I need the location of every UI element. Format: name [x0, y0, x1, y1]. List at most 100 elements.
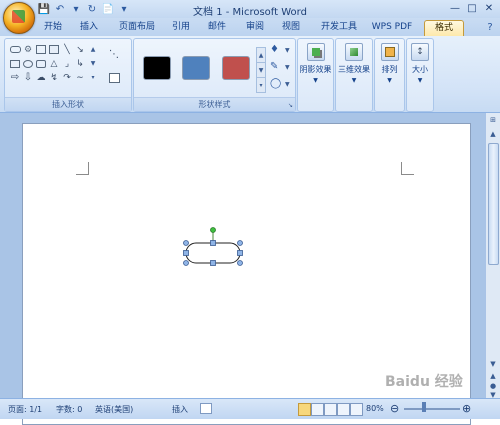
arrange-dropdown-icon: ▼: [387, 77, 392, 84]
insert-mode-status[interactable]: 插入: [172, 404, 188, 415]
word-count[interactable]: 字数: 0: [56, 404, 82, 415]
resize-handle-right[interactable]: [237, 250, 243, 256]
shadow-effects-group: 阴影效果 ▼: [297, 38, 334, 112]
close-icon[interactable]: ✕: [482, 2, 496, 14]
style-swatch-blue[interactable]: [182, 56, 210, 80]
web-layout-view-icon[interactable]: [324, 403, 337, 416]
size-label: 大小: [412, 65, 428, 74]
style-swatch-red[interactable]: [222, 56, 250, 80]
print-layout-view-icon[interactable]: [298, 403, 311, 416]
freeform-shape-icon[interactable]: ∼: [74, 71, 86, 84]
arrange-icon: [380, 43, 399, 61]
zoom-out-icon[interactable]: ⊖: [390, 402, 399, 415]
scroll-up-arrow-icon[interactable]: ▲: [488, 129, 498, 139]
dialog-launcher-icon[interactable]: ↘: [288, 102, 293, 109]
arc-shape-icon[interactable]: ↷: [61, 71, 73, 84]
styles-scroll-up[interactable]: ▲: [256, 47, 266, 63]
rectangle-shape-icon[interactable]: [9, 57, 21, 70]
tab-review[interactable]: 审阅: [242, 20, 268, 35]
zoom-slider-thumb[interactable]: [422, 402, 426, 412]
three-d-effects-label: 三维效果: [338, 65, 370, 74]
outline-dropdown-icon[interactable]: ▼: [285, 64, 290, 71]
textbox-shape-icon[interactable]: [35, 43, 47, 56]
page-count[interactable]: 页面: 1/1: [8, 404, 42, 415]
styles-scroll-down[interactable]: ▼: [256, 62, 266, 78]
arrange-button[interactable]: 排列 ▼: [375, 43, 404, 84]
change-shape-dropdown-icon[interactable]: ▼: [285, 81, 290, 88]
minimize-icon[interactable]: —: [448, 2, 462, 14]
resize-handle-bottom-left[interactable]: [183, 260, 189, 266]
scrollbar-thumb[interactable]: [488, 143, 499, 265]
macro-record-icon[interactable]: [200, 403, 212, 414]
tab-references[interactable]: 引用: [168, 20, 194, 35]
insert-shapes-group: ⚙ ╲ ↘ ▲ △ ⌟ ↳ ▼ ⇨ ⇩ ☁ ↯ ↷ ∼ ▾ ⋱ 插入形状: [4, 38, 132, 112]
gear-shape-icon[interactable]: ⚙: [22, 43, 34, 56]
three-d-effects-group: 三维效果 ▼: [335, 38, 373, 112]
resize-handle-bottom[interactable]: [210, 260, 216, 266]
tab-view[interactable]: 视图: [278, 20, 304, 35]
fill-dropdown-icon[interactable]: ▼: [285, 47, 290, 54]
lightning-shape-icon[interactable]: ↯: [48, 71, 60, 84]
baidu-watermark: Baidu 经验: [385, 374, 463, 390]
window-controls: — □ ✕: [448, 2, 496, 14]
office-button[interactable]: [3, 2, 35, 34]
gallery-more-icon[interactable]: ▾: [87, 71, 99, 84]
outline-view-icon[interactable]: [337, 403, 350, 416]
insert-shapes-label: 插入形状: [5, 97, 131, 111]
resize-handle-top-right[interactable]: [237, 240, 243, 246]
rounded-box-shape-icon[interactable]: [35, 57, 47, 70]
tab-home[interactable]: 开始: [40, 20, 66, 35]
tab-wps-pdf[interactable]: WPS PDF: [370, 20, 414, 35]
resize-handle-top[interactable]: [210, 240, 216, 246]
triangle-shape-icon[interactable]: △: [48, 57, 60, 70]
ribbon: ⚙ ╲ ↘ ▲ △ ⌟ ↳ ▼ ⇨ ⇩ ☁ ↯ ↷ ∼ ▾ ⋱ 插入形状 ▲ ▼…: [0, 36, 500, 113]
rounded-rect-shape-icon[interactable]: [9, 43, 21, 56]
elbow-connector-shape-icon[interactable]: ⌟: [61, 57, 73, 70]
oval-shape-icon[interactable]: [22, 57, 34, 70]
tab-insert[interactable]: 插入: [76, 20, 102, 35]
scroll-down-icon[interactable]: ▼: [87, 57, 99, 70]
cloud-shape-icon[interactable]: ☁: [35, 71, 47, 84]
tab-page-layout[interactable]: 页面布局: [114, 20, 160, 35]
line-shape-icon[interactable]: ╲: [61, 43, 73, 56]
tab-format[interactable]: 格式: [424, 20, 464, 37]
shadow-effects-button[interactable]: 阴影效果 ▼: [298, 43, 333, 84]
shadow-effects-label: 阴影效果: [299, 65, 332, 74]
selected-shape[interactable]: [178, 221, 248, 271]
styles-more[interactable]: ▾: [256, 77, 266, 93]
scroll-down-arrow-icon[interactable]: ▼: [488, 359, 498, 369]
previous-page-icon[interactable]: ▲: [488, 371, 498, 381]
shape-styles-label: 形状样式: [134, 97, 295, 111]
shape-outline-icon[interactable]: ✎: [270, 61, 278, 72]
vertical-scrollbar[interactable]: ⊞ ▲ ▼ ▲ ● ▼: [485, 113, 500, 399]
zoom-slider[interactable]: [404, 408, 460, 410]
arrow-shape-icon[interactable]: ↘: [74, 43, 86, 56]
maximize-icon[interactable]: □: [465, 2, 479, 14]
picture-shape-icon[interactable]: [48, 43, 60, 56]
tab-developer[interactable]: 开发工具: [316, 20, 362, 35]
size-icon: ↕: [411, 43, 429, 61]
zoom-in-icon[interactable]: ⊕: [462, 402, 471, 415]
resize-handle-bottom-right[interactable]: [237, 260, 243, 266]
draft-view-icon[interactable]: [350, 403, 363, 416]
resize-handle-left[interactable]: [183, 250, 189, 256]
edit-shape-icon[interactable]: ⋱: [109, 49, 119, 60]
language-status[interactable]: 英语(美国): [95, 404, 133, 415]
resize-handle-top-left[interactable]: [183, 240, 189, 246]
ruler-toggle-icon[interactable]: ⊞: [488, 115, 498, 125]
right-arrow-shape-icon[interactable]: ⇨: [9, 71, 21, 84]
zoom-level[interactable]: 80%: [366, 404, 384, 413]
textbox-insert-icon[interactable]: [109, 73, 120, 83]
tab-mailings[interactable]: 邮件: [204, 20, 230, 35]
style-swatch-black[interactable]: [143, 56, 171, 80]
three-d-effects-button[interactable]: 三维效果 ▼: [336, 43, 372, 84]
full-screen-reading-view-icon[interactable]: [311, 403, 324, 416]
size-button[interactable]: ↕ 大小 ▼: [407, 43, 433, 84]
rotation-handle[interactable]: [210, 227, 216, 233]
help-icon[interactable]: ?: [484, 20, 496, 35]
shape-fill-icon[interactable]: ♦: [270, 44, 279, 55]
down-arrow-shape-icon[interactable]: ⇩: [22, 71, 34, 84]
curve-connector-shape-icon[interactable]: ↳: [74, 57, 86, 70]
scroll-up-icon[interactable]: ▲: [87, 43, 99, 56]
change-shape-icon[interactable]: ◯: [270, 78, 281, 89]
